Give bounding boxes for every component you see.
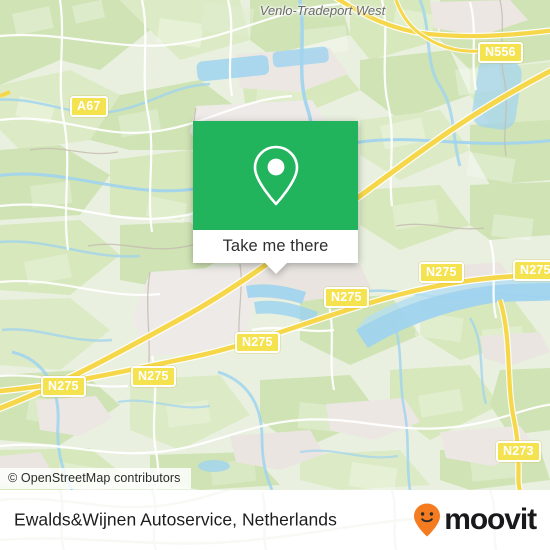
map-place-label: Venlo-Tradeport West — [259, 3, 386, 18]
take-me-there-label: Take me there — [222, 237, 329, 255]
map-pin-icon — [253, 145, 298, 205]
moovit-wordmark: moovit — [444, 503, 537, 536]
map-popup-card[interactable]: Take me there — [193, 121, 358, 274]
road-shield: N556 — [478, 42, 523, 64]
road-shield: N275 — [131, 366, 176, 388]
road-shield: N273 — [496, 441, 541, 463]
popup-tail — [264, 263, 287, 274]
place-title: Ewalds&Wijnen Autoservice, Netherlands — [14, 509, 337, 530]
road-shield: N275 — [513, 260, 550, 282]
road-shield: N275 — [419, 262, 464, 284]
popup-header — [193, 121, 358, 230]
road-shield: A67 — [70, 96, 108, 118]
road-shield: N275 — [324, 287, 369, 309]
moovit-smiley-pin-icon — [414, 503, 441, 537]
page-footer: Ewalds&Wijnen Autoservice, Netherlands m… — [0, 490, 550, 550]
moovit-logo[interactable]: moovit — [412, 502, 537, 538]
osm-attribution[interactable]: © OpenStreetMap contributors — [0, 468, 191, 489]
road-shield: N275 — [235, 332, 280, 354]
road-shield: N275 — [41, 376, 86, 398]
map-page: Venlo-Tradeport West N556 A67 N275 N275 … — [0, 0, 550, 550]
take-me-there-button[interactable]: Take me there — [193, 230, 358, 263]
